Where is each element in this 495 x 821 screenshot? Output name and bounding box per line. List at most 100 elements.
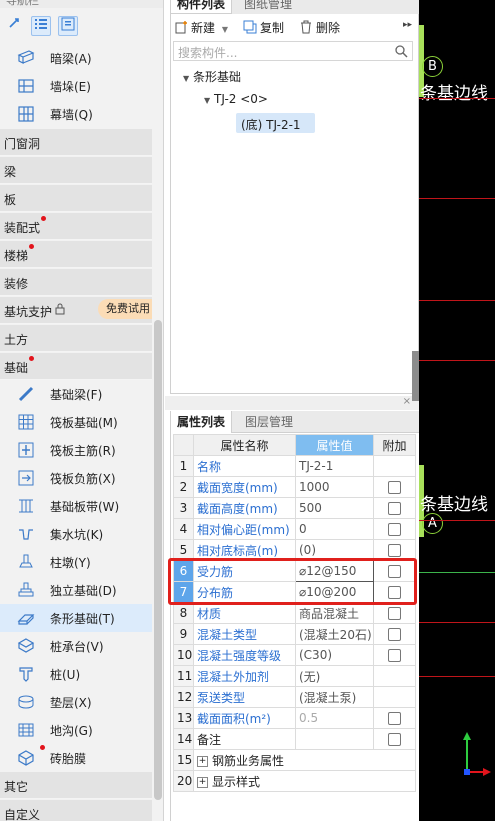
extra-checkbox[interactable] (388, 628, 401, 641)
nav-item-foundation-beam[interactable]: 基础梁(F) (0, 380, 152, 408)
property-value[interactable]: TJ-2-1 (295, 455, 374, 477)
wall-pier-icon (17, 77, 35, 95)
search-icon[interactable] (394, 44, 408, 58)
table-row[interactable]: 12 泵送类型 (混凝土泵) (173, 686, 416, 708)
extra-checkbox[interactable] (388, 544, 401, 557)
tab-component-list[interactable]: 构件列表 (170, 0, 233, 14)
nav-category-slab[interactable]: 板 (0, 185, 152, 212)
nav-category-beam[interactable]: 梁 (0, 157, 152, 184)
strip-foundation-icon (17, 609, 35, 627)
property-value[interactable]: (混凝土泵) (295, 686, 374, 708)
property-value[interactable]: (无) (295, 665, 374, 687)
table-row[interactable]: 11 混凝土外加剂 (无) (173, 665, 416, 687)
nav-item-pile-cap[interactable]: 桩承台(V) (0, 632, 152, 660)
nav-category-custom[interactable]: 自定义 (0, 800, 152, 821)
nav-item-pile[interactable]: 桩(U) (0, 660, 152, 688)
table-row[interactable]: 15 + 钢筋业务属性 (173, 749, 416, 771)
nav-item-curtain-wall[interactable]: 幕墙(Q) (0, 100, 152, 128)
expand-plus-icon[interactable]: + (197, 776, 208, 788)
nav-item-raft-foundation[interactable]: 筏板基础(M) (0, 408, 152, 436)
nav-category-foundation[interactable]: 基础 (0, 353, 152, 380)
property-value[interactable]: (混凝土20石) (295, 623, 374, 645)
expand-arrow-icon[interactable]: ▼ (183, 74, 193, 83)
property-value[interactable]: (C30) (295, 644, 374, 666)
panel-divider[interactable]: × (165, 396, 419, 410)
detail-view-icon[interactable] (58, 16, 78, 36)
nav-item-raft-main-rebar[interactable]: 筏板主筋(R) (0, 436, 152, 464)
table-row[interactable]: 14 备注 (173, 728, 416, 750)
nav-category-decoration[interactable]: 装修 (0, 269, 152, 296)
component-list-panel: 新建 ▼ 复制 删除 ▸▸ 搜索构件... ▼ 条形基础 ▼ TJ-2 <0> (底… (170, 14, 419, 394)
drawing-canvas[interactable]: B 条基边线 条基边线 A (419, 0, 495, 821)
extra-checkbox[interactable] (388, 649, 401, 662)
nav-item-raft-negative-rebar[interactable]: 筏板负筋(X) (0, 464, 152, 492)
extra-checkbox[interactable] (388, 523, 401, 536)
axis-marker-a[interactable]: A (422, 513, 443, 534)
axis-marker-b[interactable]: B (422, 56, 443, 77)
nav-item-brick-mold[interactable]: 砖胎膜 (0, 744, 152, 772)
property-value[interactable]: 500 (295, 497, 374, 519)
tree-node-tj-2[interactable]: ▼ TJ-2 <0> (204, 92, 268, 106)
close-icon[interactable]: × (403, 396, 411, 407)
table-row[interactable]: 4 相对偏心距(mm) 0 (173, 518, 416, 540)
nav-category-earthwork[interactable]: 土方 (0, 325, 152, 352)
nav-item-hidden-beam[interactable]: 暗梁(A) (0, 44, 152, 72)
extra-checkbox[interactable] (388, 607, 401, 620)
extra-cell (373, 707, 416, 729)
nav-item-foundation-strip-board[interactable]: 基础板带(W) (0, 492, 152, 520)
new-button[interactable]: 新建 ▼ (174, 19, 228, 36)
component-toolbar: 新建 ▼ 复制 删除 ▸▸ (171, 14, 418, 40)
table-row[interactable]: 13 截面面积(m²) 0.5 (173, 707, 416, 729)
search-input[interactable]: 搜索构件... (173, 41, 413, 61)
extra-cell (373, 686, 416, 708)
grid-line (419, 98, 495, 99)
nav-category-prefab[interactable]: 装配式 (0, 213, 152, 240)
delete-button[interactable]: 删除 (299, 19, 340, 36)
pin-icon[interactable] (4, 16, 24, 36)
expand-arrow-icon[interactable]: ▼ (204, 96, 214, 105)
property-value[interactable]: 商品混凝土 (295, 602, 374, 624)
chevron-down-icon[interactable]: ▼ (222, 25, 228, 34)
nav-item-strip-foundation[interactable]: 条形基础(T) (0, 604, 152, 632)
nav-item-trench[interactable]: 地沟(G) (0, 716, 152, 744)
row-index: 4 (173, 518, 194, 540)
table-row[interactable]: 9 混凝土类型 (混凝土20石) (173, 623, 416, 645)
property-value[interactable]: 0 (295, 518, 374, 540)
extra-checkbox[interactable] (388, 481, 401, 494)
copy-button[interactable]: 复制 (243, 19, 284, 36)
tab-drawing-management[interactable]: 图纸管理 (238, 0, 298, 14)
extra-checkbox[interactable] (388, 733, 401, 746)
header-extra[interactable]: 附加 (373, 434, 416, 456)
table-row[interactable]: 3 截面高度(mm) 500 (173, 497, 416, 519)
table-row[interactable]: 8 材质 商品混凝土 (173, 602, 416, 624)
extra-checkbox[interactable] (388, 712, 401, 725)
grid-line (419, 300, 495, 301)
nav-item-cushion-layer[interactable]: 垫层(X) (0, 688, 152, 716)
property-value[interactable]: 1000 (295, 476, 374, 498)
property-value[interactable] (295, 728, 374, 750)
property-value[interactable]: 0.5 (295, 707, 374, 729)
nav-category-other[interactable]: 其它 (0, 772, 152, 799)
list-view-icon[interactable] (31, 16, 51, 36)
free-trial-badge[interactable]: 免费试用 (98, 299, 152, 319)
extra-checkbox[interactable] (388, 502, 401, 515)
tab-layer-management[interactable]: 图层管理 (239, 411, 299, 433)
table-row[interactable]: 1 名称 TJ-2-1 (173, 455, 416, 477)
nav-item-isolated-footing[interactable]: 独立基础(D) (0, 576, 152, 604)
expand-plus-icon[interactable]: + (197, 755, 208, 767)
nav-item-column-pier[interactable]: 柱墩(Y) (0, 548, 152, 576)
header-property-name[interactable]: 属性名称 (193, 434, 296, 456)
table-row[interactable]: 20 + 显示样式 (173, 770, 416, 792)
table-row[interactable]: 10 混凝土强度等级 (C30) (173, 644, 416, 666)
nav-item-wall-pier[interactable]: 墙垛(E) (0, 72, 152, 100)
nav-category-stairs[interactable]: 楼梯 (0, 241, 152, 268)
nav-category-door-window[interactable]: 门窗洞 (0, 129, 152, 156)
header-property-value[interactable]: 属性值 (295, 434, 374, 456)
table-row[interactable]: 2 截面宽度(mm) 1000 (173, 476, 416, 498)
more-icon[interactable]: ▸▸ (403, 20, 412, 30)
component-scrollbar[interactable] (412, 351, 419, 401)
nav-item-sump-pit[interactable]: 集水坑(K) (0, 520, 152, 548)
navigator-scrollbar[interactable] (154, 320, 162, 800)
tab-property-list[interactable]: 属性列表 (171, 411, 233, 433)
tree-node-strip-foundation[interactable]: ▼ 条形基础 (183, 68, 241, 85)
